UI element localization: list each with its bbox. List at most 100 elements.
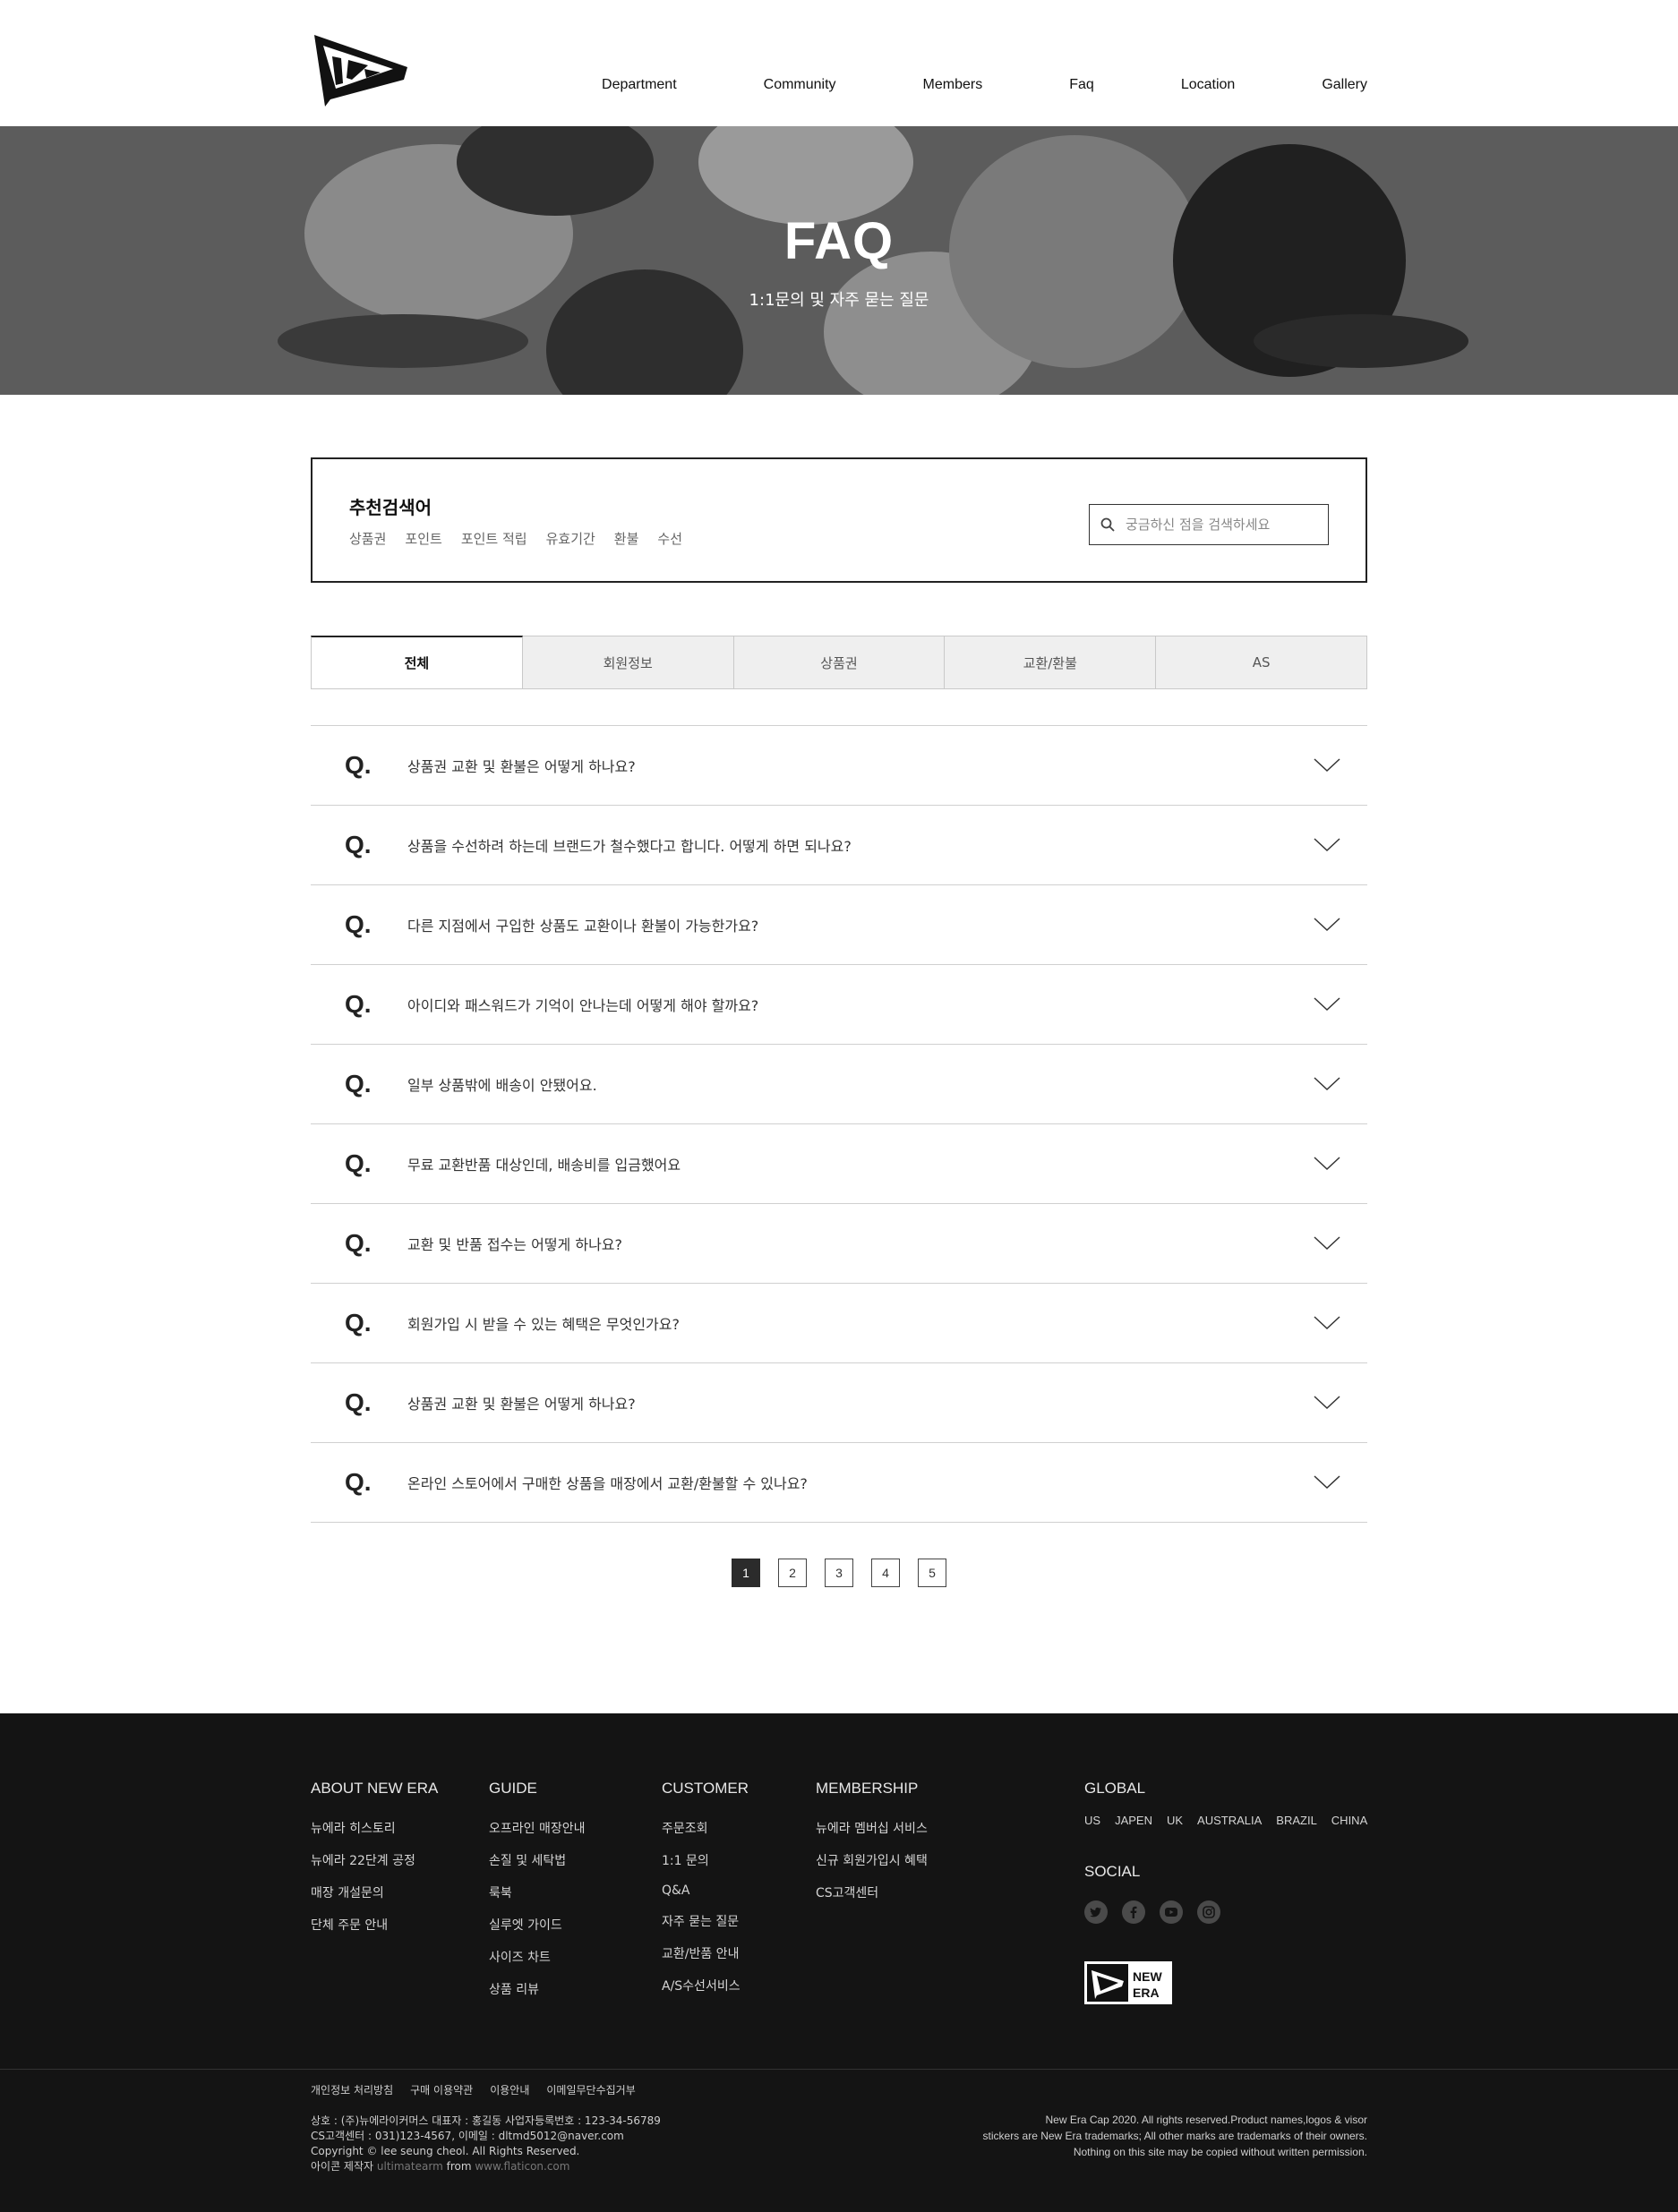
tab-gift-card[interactable]: 상품권 [733,636,946,689]
footer-link[interactable]: 뉴에라 멤버십 서비스 [816,1819,928,1837]
page-button[interactable]: 1 [732,1559,760,1587]
icon-credit-author[interactable]: ultimatearm [377,2160,443,2173]
footer-link[interactable]: 자주 묻는 질문 [662,1912,749,1930]
chevron-down-icon[interactable] [1287,1236,1367,1251]
global-link-australia[interactable]: AUSTRALIA [1197,1814,1262,1827]
footer-link[interactable]: 실루엣 가이드 [489,1916,586,1934]
footer-link[interactable]: 매장 개설문의 [311,1883,438,1901]
faq-item[interactable]: Q. 무료 교환반품 대상인데, 배송비를 입금했어요 [311,1124,1367,1204]
footer-link[interactable]: 단체 주문 안내 [311,1916,438,1934]
site-header: Department Community Members Faq Locatio… [311,0,1367,126]
recommend-tag[interactable]: 포인트 적립 [461,529,527,548]
footer-link[interactable]: 신규 회원가입시 혜택 [816,1851,928,1869]
footer-link[interactable]: 사이즈 차트 [489,1948,586,1966]
footer-link[interactable]: A/S수선서비스 [662,1977,749,1994]
youtube-icon[interactable] [1160,1900,1183,1924]
footer-col-membership: MEMBERSHIP 뉴에라 멤버십 서비스 신규 회원가입시 혜택 CS고객센… [816,1780,928,1916]
usage-guide-link[interactable]: 이용안내 [490,2082,529,2097]
chevron-down-icon[interactable] [1287,997,1367,1012]
tab-member-info[interactable]: 회원정보 [522,636,734,689]
faq-item[interactable]: Q. 교환 및 반품 접수는 어떻게 하나요? [311,1204,1367,1284]
faq-q-mark: Q. [345,1309,372,1337]
tab-all[interactable]: 전체 [311,636,523,689]
nav-community[interactable]: Community [764,77,836,93]
recommend-tag[interactable]: 환불 [614,529,639,548]
nav-location[interactable]: Location [1181,77,1236,93]
chevron-down-icon[interactable] [1287,1157,1367,1171]
chevron-down-icon[interactable] [1287,1077,1367,1091]
global-link-uk[interactable]: UK [1167,1814,1183,1827]
footer-link[interactable]: CS고객센터 [816,1883,928,1901]
global-link-china[interactable]: CHINA [1331,1814,1367,1827]
faq-item[interactable]: Q. 다른 지점에서 구입한 상품도 교환이나 환불이 가능한가요? [311,885,1367,965]
recommend-tag[interactable]: 상품권 [349,529,386,548]
faq-item[interactable]: Q. 아이디와 패스워드가 기억이 안나는데 어떻게 해야 할까요? [311,965,1367,1045]
faq-item[interactable]: Q. 회원가입 시 받을 수 있는 혜택은 무엇인가요? [311,1284,1367,1363]
purchase-terms-link[interactable]: 구매 이용약관 [410,2082,473,2097]
recommend-tag[interactable]: 포인트 [405,529,441,548]
faq-question: 일부 상품밖에 배송이 안됐어요. [407,1077,597,1094]
new-era-logo[interactable] [311,33,411,108]
chevron-down-icon[interactable] [1287,758,1367,773]
faq-item[interactable]: Q. 온라인 스토어에서 구매한 상품을 매장에서 교환/환불할 수 있나요? [311,1443,1367,1523]
nav-department[interactable]: Department [602,77,677,93]
recommend-title: 추천검색어 [349,497,432,518]
badge-text-new: NEW [1133,1969,1162,1984]
chevron-down-icon[interactable] [1287,1396,1367,1410]
nav-gallery[interactable]: Gallery [1322,77,1367,93]
badge-text-era: ERA [1133,1986,1160,2000]
faq-item[interactable]: Q. 일부 상품밖에 배송이 안됐어요. [311,1045,1367,1124]
page-button[interactable]: 3 [825,1559,853,1587]
page-button[interactable]: 2 [778,1559,807,1587]
search-icon[interactable] [1090,517,1126,532]
footer-link[interactable]: 교환/반품 안내 [662,1944,749,1962]
search-field [1089,504,1329,545]
global-link-japan[interactable]: JAPEN [1115,1814,1152,1827]
footer-link[interactable]: 1:1 문의 [662,1851,749,1869]
copyright-line: stickers are New Era trademarks; All oth… [982,2130,1367,2142]
chevron-down-icon[interactable] [1287,838,1367,852]
recommend-tag[interactable]: 유효기간 [546,529,595,548]
email-refusal-link[interactable]: 이메일무단수집거부 [546,2082,635,2097]
footer-col-title: GUIDE [489,1780,537,1797]
faq-item[interactable]: Q. 상품을 수선하려 하는데 브랜드가 철수했다고 합니다. 어떻게 하면 되나… [311,806,1367,885]
chevron-down-icon[interactable] [1287,1475,1367,1490]
global-link-us[interactable]: US [1084,1814,1100,1827]
footer-link[interactable]: 뉴에라 히스토리 [311,1819,438,1837]
tab-as[interactable]: AS [1156,636,1367,689]
new-era-badge-logo[interactable]: NEW ERA [1084,1961,1172,2004]
faq-q-mark: Q. [345,1468,372,1496]
footer-link[interactable]: 뉴에라 22단계 공정 [311,1851,438,1869]
recommend-tag[interactable]: 수선 [657,529,682,548]
facebook-icon[interactable] [1122,1900,1145,1924]
footer-link[interactable]: 오프라인 매장안내 [489,1819,586,1837]
chevron-down-icon[interactable] [1287,1316,1367,1330]
chevron-down-icon[interactable] [1287,918,1367,932]
company-line: Copyright © lee seung cheol. All Rights … [311,2145,580,2157]
faq-item[interactable]: Q. 상품권 교환 및 환불은 어떻게 하나요? [311,1363,1367,1443]
tab-exchange-refund[interactable]: 교환/환불 [945,636,1157,689]
footer-link[interactable]: 룩북 [489,1883,586,1901]
footer-link[interactable]: 손질 및 세탁법 [489,1851,586,1869]
instagram-icon[interactable] [1197,1900,1220,1924]
faq-question: 무료 교환반품 대상인데, 배송비를 입금했어요 [407,1157,681,1174]
footer-link[interactable]: 주문조회 [662,1819,749,1837]
icon-credit-site[interactable]: www.flaticon.com [475,2160,569,2173]
privacy-policy-link[interactable]: 개인정보 처리방침 [311,2082,393,2097]
nav-members[interactable]: Members [923,77,983,93]
faq-question: 온라인 스토어에서 구매한 상품을 매장에서 교환/환불할 수 있나요? [407,1475,808,1492]
global-link-brazil[interactable]: BRAZIL [1276,1814,1317,1827]
legal-links: 개인정보 처리방침 구매 이용약관 이용안내 이메일무단수집거부 [311,2082,653,2097]
footer-link[interactable]: 상품 리뷰 [489,1980,586,1998]
faq-q-mark: Q. [345,831,372,858]
footer-col-title: CUSTOMER [662,1780,749,1797]
nav-faq[interactable]: Faq [1069,77,1094,93]
faq-category-tabs: 전체 회원정보 상품권 교환/환불 AS [311,636,1367,689]
page-button[interactable]: 4 [871,1559,900,1587]
page-title: FAQ [783,212,895,270]
faq-item[interactable]: Q. 상품권 교환 및 환불은 어떻게 하나요? [311,726,1367,806]
footer-link[interactable]: Q&A [662,1883,749,1898]
page-button[interactable]: 5 [918,1559,946,1587]
twitter-icon[interactable] [1084,1900,1108,1924]
search-input[interactable] [1126,517,1314,533]
